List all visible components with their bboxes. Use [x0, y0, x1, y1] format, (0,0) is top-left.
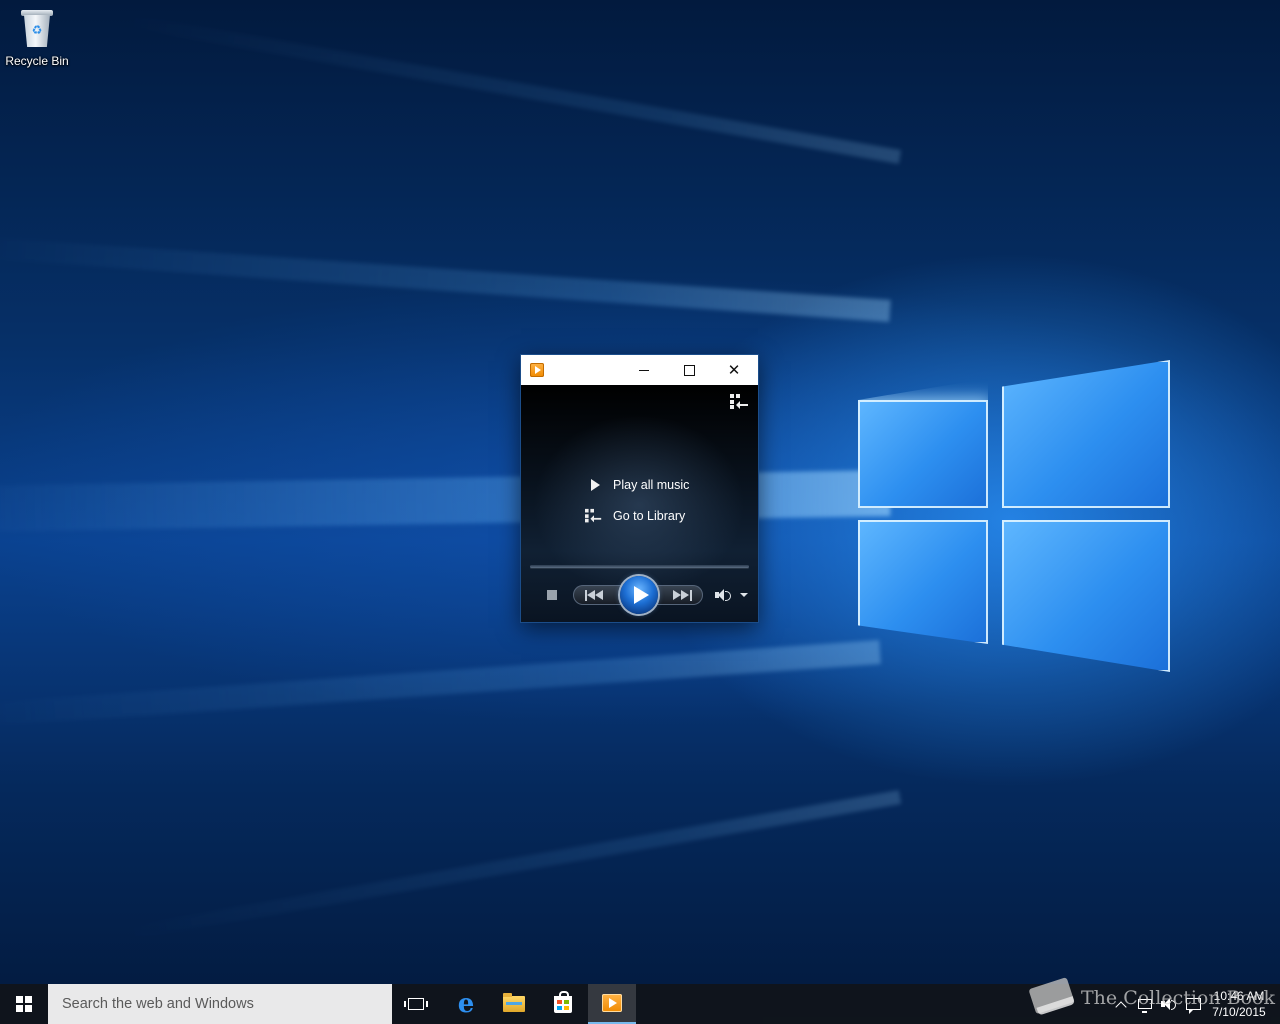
play-icon: [591, 479, 600, 491]
maximize-icon: [683, 364, 695, 376]
volume-dropdown-button[interactable]: [740, 593, 748, 597]
edge-button[interactable]: e: [442, 984, 490, 1024]
volume-button[interactable]: [1158, 984, 1180, 1024]
desktop-icon-label: Recycle Bin: [5, 54, 69, 68]
close-icon: ✕: [727, 362, 741, 379]
stop-button[interactable]: [547, 590, 557, 600]
edge-icon: e: [457, 989, 475, 1019]
task-view-button[interactable]: [392, 984, 440, 1024]
media-player-taskbar-button[interactable]: [588, 984, 636, 1024]
search-box[interactable]: [48, 984, 392, 1024]
playback-controls: [521, 575, 758, 615]
clock[interactable]: 10:46 AM 7/10/2015: [1206, 988, 1272, 1020]
minimize-button[interactable]: [621, 355, 667, 385]
maximize-button[interactable]: [666, 355, 712, 385]
logo-pane: [858, 520, 988, 644]
now-playing-area: Play all music Go to Library: [521, 385, 758, 622]
minimize-icon: [639, 369, 649, 371]
logo-pane: [858, 400, 988, 508]
play-all-music-link[interactable]: Play all music: [585, 474, 689, 496]
speaker-icon: [1161, 997, 1177, 1011]
logo-pane: [1002, 360, 1170, 508]
windows-start-icon: [16, 996, 32, 1012]
seek-bar[interactable]: [530, 565, 749, 568]
chevron-up-icon: [1115, 1000, 1127, 1013]
next-button[interactable]: [669, 590, 695, 601]
network-icon: [1138, 999, 1152, 1013]
search-input[interactable]: [60, 995, 384, 1013]
desktop-icon-recycle-bin[interactable]: ♻ Recycle Bin: [4, 6, 70, 76]
light-beam: [110, 11, 902, 164]
clock-time: 10:46 AM: [1213, 989, 1265, 1003]
light-beam: [0, 640, 881, 729]
store-button[interactable]: [539, 984, 587, 1024]
windows-logo: [858, 360, 1173, 675]
previous-button[interactable]: [583, 590, 609, 601]
start-button[interactable]: [0, 984, 48, 1024]
action-center-icon: [1185, 998, 1201, 1014]
action-center-button[interactable]: [1182, 984, 1204, 1024]
file-explorer-button[interactable]: [490, 984, 538, 1024]
mute-button[interactable]: [714, 587, 731, 603]
show-hidden-icons-button[interactable]: [1112, 984, 1130, 1024]
close-button[interactable]: ✕: [711, 355, 757, 385]
switch-to-library-button[interactable]: [730, 393, 750, 411]
taskbar: e 10:46 AM 7/10/2015: [0, 984, 1280, 1024]
windows-media-player-icon[interactable]: [530, 363, 544, 377]
library-switch-icon: [730, 393, 750, 409]
go-to-library-link[interactable]: Go to Library: [585, 505, 685, 527]
window-titlebar[interactable]: ✕: [521, 355, 758, 385]
media-player-window: ✕ Play all music Go to Library: [521, 355, 758, 622]
store-icon: [554, 990, 572, 1013]
clock-date: 7/10/2015: [1212, 1005, 1266, 1019]
recycle-bin-icon: ♻: [20, 8, 54, 48]
network-button[interactable]: [1134, 984, 1156, 1024]
library-icon: [585, 508, 603, 523]
windows-media-player-icon: [602, 994, 622, 1012]
play-button[interactable]: [620, 576, 658, 614]
logo-pane: [1002, 520, 1170, 672]
go-to-library-label: Go to Library: [613, 509, 686, 523]
light-beam: [0, 235, 891, 322]
light-beam: [110, 790, 902, 943]
task-view-icon: [404, 998, 428, 1010]
file-explorer-icon: [503, 993, 525, 1012]
play-all-music-label: Play all music: [613, 478, 690, 492]
